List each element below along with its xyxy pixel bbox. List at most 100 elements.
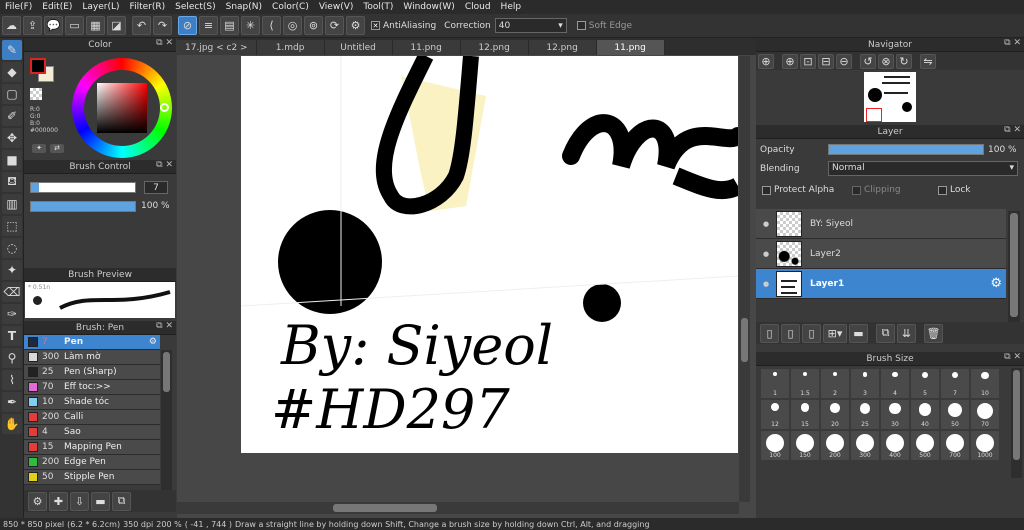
- select-eraser-tool-icon[interactable]: ⌫: [2, 282, 22, 302]
- brush-size-value[interactable]: 7: [144, 181, 168, 194]
- layer-list-scrollbar[interactable]: [1008, 211, 1020, 324]
- brush-settings-icon[interactable]: ⚙: [149, 337, 157, 347]
- text-tool-icon[interactable]: T: [2, 326, 22, 346]
- dropper-tool-icon[interactable]: ✒: [2, 392, 22, 412]
- document-tab[interactable]: 11.png: [596, 40, 665, 55]
- saturation-value-square[interactable]: [97, 83, 147, 133]
- document-tab[interactable]: 12.png: [460, 40, 529, 55]
- move-tool-icon[interactable]: ✥: [2, 128, 22, 148]
- add-brush-icon[interactable]: ✚: [49, 491, 68, 511]
- invert-icon[interactable]: ◪: [107, 16, 126, 35]
- menu-item-3[interactable]: Filter(R): [125, 2, 171, 12]
- brush-size-cell[interactable]: 700: [941, 431, 969, 460]
- brush-list-item[interactable]: 25 Pen (Sharp): [24, 365, 160, 380]
- brush-list-item[interactable]: 7 Pen ⚙: [24, 335, 160, 350]
- brush-settings-icon[interactable]: ⚙: [28, 491, 47, 511]
- canvas-hscrollbar[interactable]: [177, 502, 739, 514]
- canvas-vscrollbar[interactable]: [739, 56, 750, 502]
- brush-list-item[interactable]: 300 Làm mờ: [24, 350, 160, 365]
- parallel-snap-icon[interactable]: ≡: [199, 16, 218, 35]
- brush-opacity-slider[interactable]: [30, 201, 136, 212]
- brush-size-cell[interactable]: 1.5: [791, 369, 819, 398]
- add-layer-menu-icon[interactable]: ⊞▾: [823, 323, 847, 343]
- brush-size-cell[interactable]: 15: [791, 400, 819, 429]
- brush-size-cell[interactable]: 400: [881, 431, 909, 460]
- brush-size-cell[interactable]: 500: [911, 431, 939, 460]
- menu-item-11[interactable]: Help: [496, 2, 527, 12]
- layer-row[interactable]: ● BY: Siyeol: [756, 209, 1006, 239]
- close-icon[interactable]: ⧉ ✕: [1004, 125, 1021, 135]
- brush-size-cell[interactable]: 200: [821, 431, 849, 460]
- brush-size-cell[interactable]: 150: [791, 431, 819, 460]
- close-icon[interactable]: ⧉ ✕: [156, 38, 173, 48]
- brush-size-cell[interactable]: 4: [881, 369, 909, 398]
- brush-list-item[interactable]: 70 Eff toc:>>: [24, 380, 160, 395]
- hue-marker[interactable]: [160, 103, 169, 112]
- select-pen-tool-icon[interactable]: ✐: [2, 106, 22, 126]
- bucket-tool-icon[interactable]: ⛾: [2, 172, 22, 192]
- zoom-fit-icon[interactable]: ⊡: [800, 53, 816, 69]
- eraser-tool-icon[interactable]: ◆: [2, 62, 22, 82]
- duplicate-layer-icon[interactable]: ⧉: [876, 323, 895, 343]
- cloud-icon[interactable]: ☁: [2, 16, 21, 35]
- brush-list-item[interactable]: 50 Stipple Pen: [24, 470, 160, 485]
- brush-size-cell[interactable]: 1000: [971, 431, 999, 460]
- brush-size-cell[interactable]: 1: [761, 369, 789, 398]
- correction-select[interactable]: 40 ▾: [494, 18, 567, 33]
- visibility-icon[interactable]: ●: [760, 280, 772, 288]
- layer-folder-icon[interactable]: ▬: [849, 323, 868, 343]
- document-tab[interactable]: Untitled: [324, 40, 393, 55]
- add-color-icon[interactable]: ✦: [32, 144, 46, 153]
- menu-item-6[interactable]: Color(C): [267, 2, 314, 12]
- menu-item-7[interactable]: View(V): [314, 2, 359, 12]
- radial-snap-icon[interactable]: ✳: [241, 16, 260, 35]
- reset-view-icon[interactable]: ⊗: [878, 53, 894, 69]
- brush-size-slider[interactable]: [30, 182, 136, 193]
- menu-item-9[interactable]: Window(W): [398, 2, 459, 12]
- close-icon[interactable]: ⧉ ✕: [1004, 38, 1021, 48]
- hue-wheel[interactable]: [72, 58, 172, 158]
- brush-size-cell[interactable]: 5: [911, 369, 939, 398]
- brush-size-cell[interactable]: 12: [761, 400, 789, 429]
- snap-off-icon[interactable]: ⊘: [178, 16, 197, 35]
- flip-icon[interactable]: ⇋: [920, 53, 936, 69]
- brush-list-scrollbar[interactable]: [161, 350, 172, 502]
- navigator-thumbnail[interactable]: [864, 72, 916, 122]
- layer-row[interactable]: ● Layer1 ⚙: [756, 269, 1006, 299]
- merge-layer-icon[interactable]: ⇊: [897, 323, 916, 343]
- layer-settings-icon[interactable]: ⚙: [990, 276, 1002, 291]
- duplicate-brush-icon[interactable]: ⧉: [112, 491, 131, 511]
- clipping-checkbox[interactable]: Clipping: [852, 185, 901, 195]
- brush-size-cell[interactable]: 70: [971, 400, 999, 429]
- rotate-right-icon[interactable]: ↻: [896, 53, 912, 69]
- menu-item-2[interactable]: Layer(L): [77, 2, 124, 12]
- drawing-canvas[interactable]: By: Siyeol #HD297: [241, 56, 738, 453]
- close-icon[interactable]: ⧉ ✕: [1004, 352, 1021, 362]
- menu-item-10[interactable]: Cloud: [460, 2, 496, 12]
- brush-list-item[interactable]: 4 Sao: [24, 425, 160, 440]
- brush-size-cell[interactable]: 7: [941, 369, 969, 398]
- brush-size-scrollbar[interactable]: [1011, 368, 1022, 478]
- primary-color-swatch[interactable]: [30, 58, 46, 74]
- new-layer-icon[interactable]: ▯: [760, 323, 779, 343]
- menu-item-8[interactable]: Tool(T): [358, 2, 398, 12]
- brush-size-cell[interactable]: 300: [851, 431, 879, 460]
- fill-rect-tool-icon[interactable]: ■: [2, 150, 22, 170]
- delete-layer-icon[interactable]: 🗑: [924, 323, 943, 343]
- lock-checkbox[interactable]: Lock: [938, 185, 971, 195]
- soft-edge-checkbox[interactable]: Soft Edge: [576, 20, 632, 31]
- grid-snap-icon[interactable]: ▤: [220, 16, 239, 35]
- layer-opacity-slider[interactable]: [828, 144, 984, 155]
- zoom-in-icon[interactable]: ⊕: [758, 53, 774, 69]
- select-rect-tool-icon[interactable]: ▢: [2, 84, 22, 104]
- menu-item-4[interactable]: Select(S): [170, 2, 221, 12]
- divide-tool-icon[interactable]: ⚲: [2, 348, 22, 368]
- select-all-icon[interactable]: ▦: [86, 16, 105, 35]
- concentric-snap-icon[interactable]: ⊚: [304, 16, 323, 35]
- select-pen2-tool-icon[interactable]: ✑: [2, 304, 22, 324]
- document-tab[interactable]: 17.jpg < c2 >: [177, 40, 257, 55]
- swap-color-icon[interactable]: ⇄: [50, 144, 64, 153]
- transparent-color-swatch[interactable]: [30, 88, 42, 100]
- menu-item-0[interactable]: File(F): [0, 2, 37, 12]
- perspective-snap-icon[interactable]: ⟳: [325, 16, 344, 35]
